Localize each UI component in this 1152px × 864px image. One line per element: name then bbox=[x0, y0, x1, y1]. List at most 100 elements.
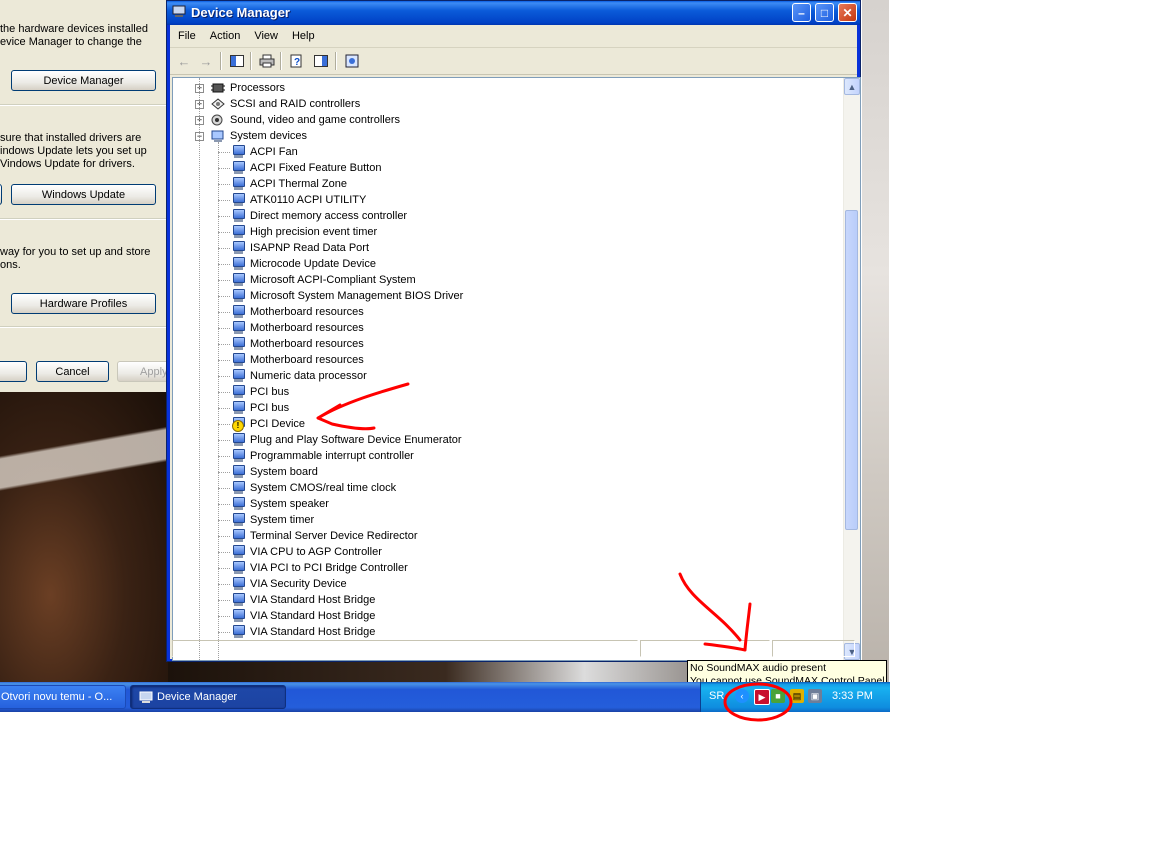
tree-device-item[interactable]: VIA CPU to AGP Controller bbox=[232, 544, 382, 560]
minimize-button[interactable]: – bbox=[792, 3, 811, 22]
tree-device-label: System CMOS/real time clock bbox=[250, 482, 397, 494]
windows-update-button[interactable]: Windows Update bbox=[11, 184, 156, 205]
tree-connector bbox=[218, 216, 230, 217]
tree-device-item[interactable]: Terminal Server Device Redirector bbox=[232, 528, 418, 544]
desktop-background-right bbox=[862, 0, 889, 682]
system-device-icon bbox=[232, 353, 245, 367]
window-body: File Action View Help ← → ? ▲ ▼ + Proces… bbox=[170, 25, 861, 661]
profiles-description: way for you to set up and store ons. bbox=[0, 246, 151, 271]
tree-device-item[interactable]: ! PCI Device bbox=[232, 416, 305, 432]
tree-category-label: System devices bbox=[230, 130, 308, 142]
system-device-icon bbox=[232, 433, 245, 447]
console-tree-icon[interactable] bbox=[228, 52, 246, 70]
tree-device-item[interactable]: PCI bus bbox=[232, 384, 289, 400]
tree-device-item[interactable]: System speaker bbox=[232, 496, 329, 512]
menu-action[interactable]: Action bbox=[204, 26, 247, 46]
cancel-button[interactable]: Cancel bbox=[36, 361, 109, 382]
tree-device-label: Programmable interrupt controller bbox=[250, 450, 414, 462]
language-indicator[interactable]: SR bbox=[709, 690, 724, 702]
help-icon[interactable]: ? bbox=[288, 52, 306, 70]
tree-device-item[interactable]: System board bbox=[232, 464, 318, 480]
tree-device-item[interactable]: Motherboard resources bbox=[232, 352, 364, 368]
tree-connector bbox=[218, 456, 230, 457]
keyboard-icon[interactable]: ▤ bbox=[790, 689, 804, 703]
ok-button[interactable] bbox=[0, 361, 27, 382]
tree-connector bbox=[218, 488, 230, 489]
tree-device-item[interactable]: Programmable interrupt controller bbox=[232, 448, 414, 464]
tree-device-item[interactable]: ATK0110 ACPI UTILITY bbox=[232, 192, 366, 208]
tree-device-item[interactable]: ACPI Thermal Zone bbox=[232, 176, 347, 192]
tree-device-item[interactable]: ISAPNP Read Data Port bbox=[232, 240, 369, 256]
computer-icon bbox=[211, 130, 225, 143]
scsi-icon bbox=[211, 98, 225, 111]
scan-hardware-icon[interactable] bbox=[343, 52, 361, 70]
tree-device-label: Numeric data processor bbox=[250, 370, 367, 382]
divider bbox=[0, 326, 166, 328]
driver-signing-button[interactable] bbox=[0, 184, 2, 205]
tree-device-item[interactable]: System timer bbox=[232, 512, 314, 528]
toolbar-separator bbox=[335, 52, 337, 70]
tree-device-label: Terminal Server Device Redirector bbox=[250, 530, 418, 542]
menu-help[interactable]: Help bbox=[286, 26, 321, 46]
tree-device-item[interactable]: PCI bus bbox=[232, 400, 289, 416]
forward-arrow-icon[interactable]: → bbox=[197, 52, 215, 70]
tree-device-item[interactable]: Microsoft System Management BIOS Driver bbox=[232, 288, 463, 304]
system-device-icon bbox=[232, 593, 245, 607]
tree-connector bbox=[218, 392, 230, 393]
tree-device-item[interactable]: Motherboard resources bbox=[232, 304, 364, 320]
properties-icon[interactable] bbox=[312, 52, 330, 70]
hardware-profiles-button[interactable]: Hardware Profiles bbox=[11, 293, 156, 314]
tree-device-item[interactable]: Microsoft ACPI-Compliant System bbox=[232, 272, 416, 288]
tree-category[interactable]: SCSI and RAID controllers bbox=[211, 96, 360, 112]
tree-category[interactable]: Processors bbox=[211, 80, 285, 96]
monitor-icon[interactable]: ▣ bbox=[808, 689, 822, 703]
device-manager-button[interactable]: Device Manager bbox=[11, 70, 156, 91]
device-tree[interactable]: ▲ ▼ + Processors + SCSI and RAID controller… bbox=[172, 77, 861, 661]
toolbar-separator bbox=[220, 52, 222, 70]
close-button[interactable]: ✕ bbox=[838, 3, 857, 22]
tree-device-label: Plug and Play Software Device Enumerator bbox=[250, 434, 462, 446]
soundmax-icon[interactable]: ▶ bbox=[754, 689, 770, 705]
show-hidden-icons-icon[interactable]: ‹ bbox=[735, 689, 749, 703]
print-icon[interactable] bbox=[258, 52, 276, 70]
tree-device-item[interactable]: Direct memory access controller bbox=[232, 208, 407, 224]
toolbar-separator bbox=[280, 52, 282, 70]
tree-device-item[interactable]: Motherboard resources bbox=[232, 320, 364, 336]
title-bar[interactable]: Device Manager – □ ✕ bbox=[167, 1, 860, 25]
tree-device-item[interactable]: VIA Security Device bbox=[232, 576, 347, 592]
tree-device-item[interactable]: Motherboard resources bbox=[232, 336, 364, 352]
system-device-icon bbox=[232, 529, 245, 543]
drivers-description: sure that installed drivers are indows U… bbox=[0, 132, 147, 170]
tree-device-item[interactable]: Microcode Update Device bbox=[232, 256, 376, 272]
network-icon[interactable]: ■ bbox=[771, 689, 785, 703]
tree-device-label: High precision event timer bbox=[250, 226, 378, 238]
tree-device-item[interactable]: ACPI Fixed Feature Button bbox=[232, 160, 381, 176]
menu-view[interactable]: View bbox=[248, 26, 284, 46]
menu-file[interactable]: File bbox=[172, 26, 202, 46]
system-device-icon bbox=[232, 561, 245, 575]
taskbar-button-device-manager[interactable]: Device Manager bbox=[130, 685, 286, 709]
back-arrow-icon[interactable]: ← bbox=[175, 52, 193, 70]
tree-device-item[interactable]: System CMOS/real time clock bbox=[232, 480, 396, 496]
tree-device-item[interactable]: VIA Standard Host Bridge bbox=[232, 592, 375, 608]
tree-category-label: Processors bbox=[230, 82, 286, 94]
tree-connector bbox=[218, 536, 230, 537]
tree-connector bbox=[218, 312, 230, 313]
scroll-thumb[interactable] bbox=[845, 210, 858, 530]
tree-device-item[interactable]: High precision event timer bbox=[232, 224, 377, 240]
clock[interactable]: 3:33 PM bbox=[832, 690, 873, 702]
tree-category[interactable]: Sound, video and game controllers bbox=[211, 112, 400, 128]
taskbar-button-forum[interactable]: Otvori novu temu - O... bbox=[0, 685, 126, 709]
maximize-button[interactable]: □ bbox=[815, 3, 834, 22]
hardware-description: the hardware devices installed evice Man… bbox=[0, 23, 148, 48]
tree-connector bbox=[218, 344, 230, 345]
tree-device-item[interactable]: VIA Standard Host Bridge bbox=[232, 608, 375, 624]
tree-device-item[interactable]: Numeric data processor bbox=[232, 368, 367, 384]
tree-category[interactable]: System devices bbox=[211, 128, 307, 144]
tree-device-item[interactable]: Plug and Play Software Device Enumerator bbox=[232, 432, 462, 448]
tree-device-item[interactable]: VIA PCI to PCI Bridge Controller bbox=[232, 560, 408, 576]
tree-connector bbox=[218, 584, 230, 585]
vertical-scrollbar[interactable]: ▲ ▼ bbox=[843, 78, 860, 660]
tree-device-item[interactable]: ACPI Fan bbox=[232, 144, 298, 160]
scroll-up-button[interactable]: ▲ bbox=[844, 78, 860, 95]
